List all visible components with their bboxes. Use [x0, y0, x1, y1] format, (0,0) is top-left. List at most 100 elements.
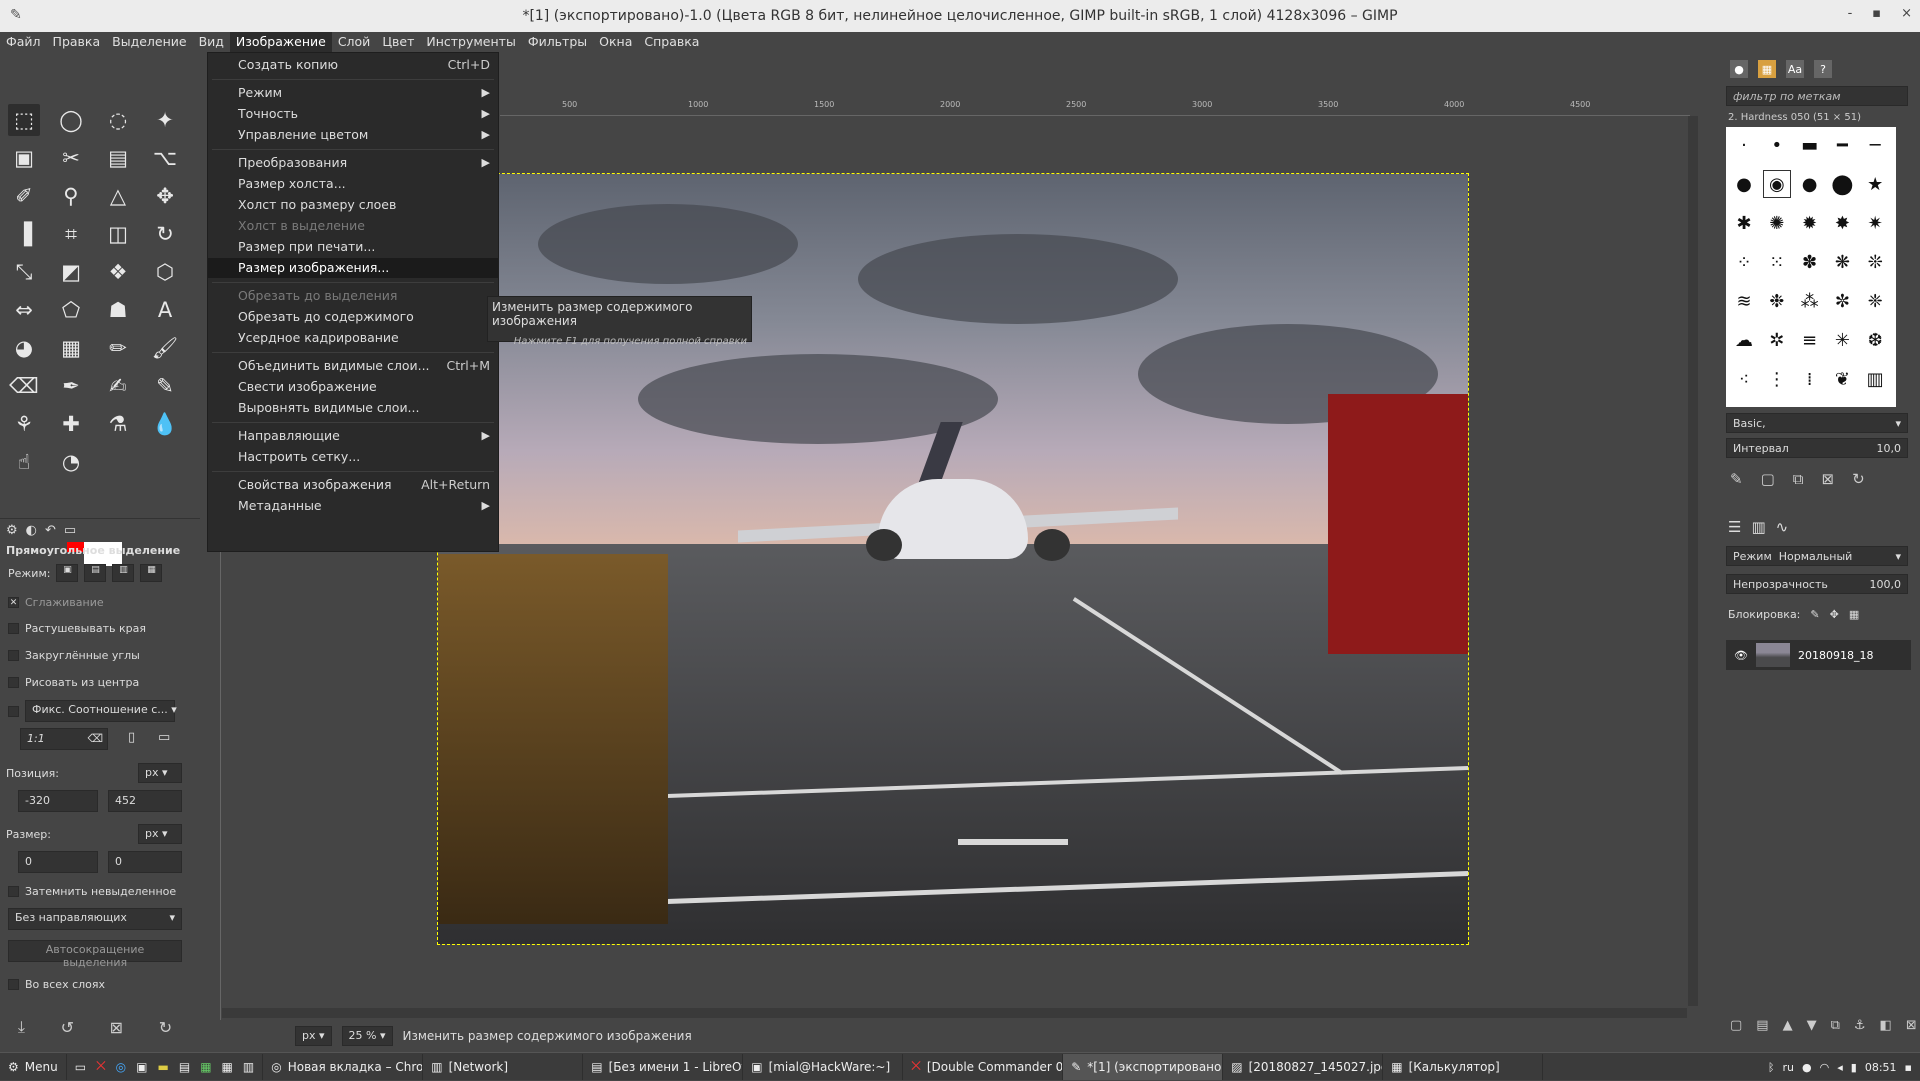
rect-select-tool-icon[interactable]: ⬚ [8, 104, 40, 136]
rounded-checkbox[interactable] [8, 650, 19, 661]
monitor-icon[interactable]: ▦ [200, 1060, 211, 1074]
unified-transform-tool-icon[interactable]: ◫ [102, 218, 134, 250]
menu-item-guides[interactable]: Направляющие ▶ [208, 426, 498, 446]
task-calculator[interactable]: ▦ [Калькулятор] [1383, 1053, 1544, 1080]
feather-checkbox[interactable] [8, 623, 19, 634]
calculator-icon[interactable]: ▦ [222, 1060, 233, 1074]
channels-tab-icon[interactable]: ▥ [1751, 518, 1765, 536]
screenshot-icon[interactable]: ▥ [243, 1060, 254, 1074]
menu-filters[interactable]: Фильтры [522, 32, 593, 52]
menu-item-merge-visible[interactable]: Объединить видимые слои... Ctrl+M [208, 356, 498, 376]
lower-layer-icon[interactable]: ▼ [1807, 1018, 1817, 1033]
clone-tool-icon[interactable]: ⚘ [8, 408, 40, 440]
mode-replace-icon[interactable]: ▣ [56, 564, 79, 582]
perspective-tool-icon[interactable]: ⬡ [149, 256, 181, 288]
device-status-tab-icon[interactable]: ◐ [26, 523, 37, 538]
minimize-button[interactable]: - [1848, 6, 1853, 21]
fixed-aspect-select[interactable]: Фикс. Соотношение с... ▾ [25, 700, 177, 722]
align-tool-icon[interactable]: ▐ [8, 218, 40, 250]
new-layer-icon[interactable]: ▢ [1730, 1018, 1742, 1033]
image-canvas[interactable] [437, 173, 1469, 945]
menu-file[interactable]: Файл [0, 32, 47, 52]
auto-shrink-button[interactable]: Автосокращение выделения [8, 940, 182, 969]
unit-select[interactable]: px ▾ [295, 1026, 332, 1046]
dim-checkbox[interactable] [8, 886, 19, 897]
menu-item-crop-to-content[interactable]: Обрезать до содержимого [208, 307, 498, 327]
paintbrush-tool-icon[interactable]: 🖌 [149, 332, 181, 364]
menu-item-duplicate[interactable]: Создать копию Ctrl+D [208, 55, 498, 75]
fixed-checkbox[interactable] [8, 705, 19, 717]
blur-tool-icon[interactable]: 💧 [149, 408, 181, 440]
terminal-icon[interactable]: ▣ [136, 1060, 147, 1074]
mode-intersect-icon[interactable]: ▦ [140, 564, 163, 582]
notifications-icon[interactable]: ▪ [1905, 1061, 1912, 1074]
mask-layer-icon[interactable]: ◧ [1880, 1018, 1892, 1033]
menu-item-color-management[interactable]: Управление цветом ▶ [208, 125, 498, 145]
ellipse-select-tool-icon[interactable]: ◯ [55, 104, 87, 136]
language-indicator[interactable]: ru [1783, 1061, 1795, 1074]
folder-icon[interactable]: ▬ [158, 1060, 169, 1074]
from-center-checkbox[interactable] [8, 677, 19, 688]
menu-item-canvas-size[interactable]: Размер холста... [208, 174, 498, 194]
maximize-button[interactable]: ▪ [1872, 6, 1881, 21]
by-color-select-tool-icon[interactable]: ▤ [102, 142, 134, 174]
reset-options-icon[interactable]: ↻ [159, 1018, 172, 1037]
menu-item-mode[interactable]: Режим ▶ [208, 83, 498, 103]
wifi-icon[interactable]: ◠ [1820, 1061, 1830, 1074]
delete-layer-icon[interactable]: ⊠ [1906, 1018, 1917, 1033]
layer-mode-select[interactable]: Режим Нормальный ▾ [1726, 546, 1908, 566]
duplicate-brush-icon[interactable]: ⧉ [1793, 470, 1804, 488]
menu-select[interactable]: Выделение [106, 32, 192, 52]
menu-help[interactable]: Справка [638, 32, 705, 52]
menu-tools[interactable]: Инструменты [420, 32, 521, 52]
flip-tool-icon[interactable]: ⇔ [8, 294, 40, 326]
task-chrome[interactable]: ◎ Новая вкладка – Chro... [263, 1053, 424, 1080]
smudge-tool-icon[interactable]: ☝ [8, 446, 40, 478]
patterns-tab-icon[interactable]: ▦ [1758, 60, 1776, 78]
task-image-viewer[interactable]: ▨ [20180827_145027.jpg] [1223, 1053, 1384, 1080]
bucket-fill-tool-icon[interactable]: ◕ [8, 332, 40, 364]
close-button[interactable]: × [1901, 6, 1912, 21]
opacity-field[interactable]: Непрозрачность 100,0 [1726, 574, 1908, 594]
ink-tool-icon[interactable]: ✍ [102, 370, 134, 402]
start-menu-button[interactable]: ⚙ Menu [0, 1053, 67, 1080]
warp-tool-icon[interactable]: ❖ [102, 256, 134, 288]
menu-item-fit-canvas-selection[interactable]: Холст в выделение [208, 216, 498, 236]
edit-brush-icon[interactable]: ✎ [1730, 470, 1743, 488]
menu-item-scale-image[interactable]: Размер изображения... [208, 258, 498, 278]
vertical-scrollbar[interactable] [1688, 116, 1698, 1006]
menu-edit[interactable]: Правка [47, 32, 107, 52]
menu-item-align-visible[interactable]: Выровнять видимые слои... [208, 398, 498, 418]
anchor-layer-icon[interactable]: ⚓ [1854, 1018, 1866, 1033]
tool-options-tab-icon[interactable]: ⚙ [6, 523, 18, 538]
menu-item-transform[interactable]: Преобразования ▶ [208, 153, 498, 173]
position-y-field[interactable]: 452 [108, 790, 182, 812]
size-w-field[interactable]: 0 [18, 851, 98, 873]
brushes-tab-icon[interactable]: ● [1730, 60, 1748, 78]
menu-windows[interactable]: Окна [593, 32, 638, 52]
user-icon[interactable]: ● [1802, 1061, 1812, 1074]
volume-icon[interactable]: ◂ [1837, 1061, 1843, 1074]
menu-view[interactable]: Вид [193, 32, 230, 52]
brush-filter-input[interactable]: фильтр по меткам [1726, 86, 1908, 106]
brush-grid[interactable]: · • ▬ ━ ─ ● ◉ ● ● ★ ✱ ✺ ✹ ✸ ✷ ⁘ ⁙ ✽ ❋ ❊ ≋ ❉ ⁂ ✼ ❈ ☁ ✲ ≡ ✳ ❆ ⁖ ⋮ ⁞ ❦… [1726, 127, 1896, 407]
undo-history-tab-icon[interactable]: ↶ [45, 523, 56, 538]
landscape-icon[interactable]: ▭ [158, 730, 170, 745]
heal-tool-icon[interactable]: ✚ [55, 408, 87, 440]
task-libreoffice[interactable]: ▤[Без имени 1 - LibreOffi... [583, 1053, 744, 1080]
pencil-tool-icon[interactable]: ✏ [102, 332, 134, 364]
zoom-select[interactable]: 25 % ▾ [341, 1026, 393, 1046]
help-tab-icon[interactable]: ? [1814, 60, 1832, 78]
layer-row[interactable]: 👁 20180918_18 [1726, 640, 1911, 670]
brush-spacing-field[interactable]: Интервал 10,0 [1726, 438, 1908, 458]
clear-ratio-icon[interactable]: ⌫ [87, 732, 103, 745]
brush-preset-select[interactable]: Basic, ▾ [1726, 413, 1908, 433]
scissors-tool-icon[interactable]: ✂ [55, 142, 87, 174]
menu-item-print-size[interactable]: Размер при печати... [208, 237, 498, 257]
color-picker-tool-icon[interactable]: ✐ [8, 180, 40, 212]
task-double-commander[interactable]: ⨉[Double Commander 0.... [903, 1053, 1064, 1080]
airbrush-tool-icon[interactable]: ✒ [55, 370, 87, 402]
text-tool-icon[interactable]: A [149, 294, 181, 326]
ratio-field[interactable]: 1:1 ⌫ [20, 728, 108, 750]
menu-item-metadata[interactable]: Метаданные ▶ [208, 496, 498, 516]
